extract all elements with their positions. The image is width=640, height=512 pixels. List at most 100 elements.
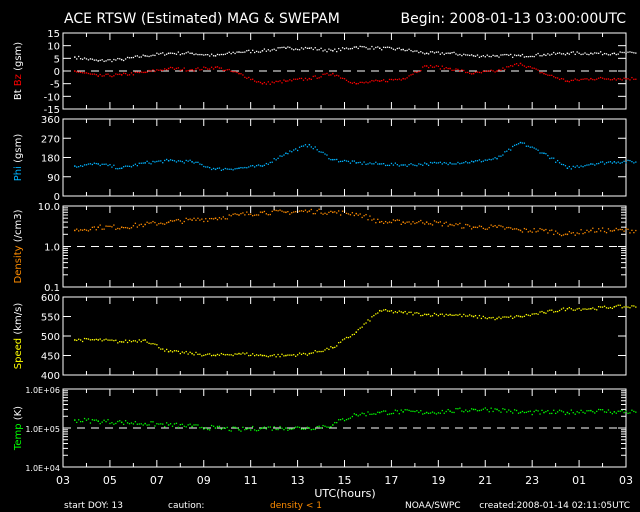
data-dot-phi [406,165,408,168]
data-dot-density [164,223,166,225]
data-dot-bz [433,66,436,68]
data-dot-density [334,211,336,213]
data-point-bz [355,82,358,85]
data-dot-density [381,220,383,223]
data-dot-temp [515,409,518,412]
data-dot-bz [537,69,539,71]
data-dot-speed [334,346,336,349]
data-dot-speed [523,315,526,318]
data-dot-speed [510,315,512,317]
data-dot-phi [488,158,490,161]
data-point-bt [285,47,287,49]
data-dot-bz [195,68,197,70]
data-dot-density [443,222,445,225]
data-dot-bt [623,51,625,54]
data-dot-bt [101,59,103,61]
data-dot-bt [220,53,223,56]
data-dot-speed [363,323,365,325]
data-dot-temp [240,430,242,432]
data-dot-phi [334,158,336,161]
data-dot-bz [560,78,563,80]
data-dot-bt [93,59,95,61]
data-dot-speed [293,354,295,356]
data-dot-phi [289,150,291,152]
data-dot-speed [289,354,291,356]
data-dot-temp [277,428,279,431]
data-dot-temp [185,426,187,428]
data-dot-bt [512,56,514,58]
data-dot-bz [373,80,375,82]
data-dot-density [619,228,621,231]
data-dot-bz [631,76,633,79]
data-dot-bt [453,51,455,54]
data-dot-phi [482,160,484,162]
data-dot-bt [560,53,563,55]
data-dot-phi [517,143,520,145]
data-dot-phi [124,165,127,167]
data-dot-density [469,225,471,227]
data-dot-phi [605,162,608,164]
data-dot-bt [232,51,234,54]
data-dot-phi [330,158,332,161]
data-dot-bz [212,68,215,70]
data-dot-density [248,213,250,216]
data-dot-bt [490,56,492,58]
data-dot-bz [269,83,271,85]
data-dot-speed [453,314,455,316]
data-dot-bz [484,70,486,72]
data-dot-bt [103,60,105,63]
data-point-density [566,233,569,236]
data-dot-temp [396,410,398,412]
data-dot-temp [418,411,420,414]
data-dot-density [210,217,213,220]
data-dot-temp [365,415,367,417]
data-dot-bz [369,81,371,83]
data-dot-speed [504,316,506,318]
data-dot-bz [103,75,105,77]
data-dot-speed [461,315,463,318]
data-dot-temp [375,413,377,415]
data-dot-density [134,222,137,224]
data-dot-speed [220,352,223,355]
data-dot-density [330,210,332,213]
data-dot-bz [363,82,365,84]
data-dot-phi [181,160,183,163]
data-dot-temp [126,422,129,424]
data-dot-density [615,227,617,230]
data-dot-bz [392,79,395,81]
data-dot-phi [635,161,637,163]
data-dot-phi [253,166,256,168]
data-point-density [144,223,146,226]
data-dot-density [488,226,490,229]
data-dot-temp [177,426,180,429]
data-dot-phi [535,148,537,150]
data-dot-density [83,228,86,231]
data-dot-bt [398,47,400,49]
data-dot-phi [269,161,271,164]
data-dot-phi [459,162,461,165]
data-dot-bz [336,74,338,77]
data-dot-bt [384,46,387,49]
data-dot-bz [289,79,291,81]
data-dot-bt [304,46,307,49]
data-dot-bz [461,69,463,71]
data-dot-density [158,223,160,225]
data-dot-density [259,211,262,213]
data-dot-temp [113,423,115,425]
data-dot-temp [226,426,228,429]
data-dot-phi [328,158,330,160]
data-point-density [543,229,545,232]
data-dot-bz [545,73,547,75]
data-dot-bt [324,49,326,51]
data-dot-speed [146,341,148,343]
data-dot-density [584,231,586,234]
data-dot-bz [326,72,328,75]
data-point-bt [472,55,475,57]
data-dot-speed [351,334,354,336]
data-dot-speed [81,340,84,343]
data-dot-temp [265,428,268,430]
data-dot-bz [150,70,152,72]
data-dot-bt [357,47,359,50]
data-dot-speed [424,313,426,315]
data-dot-phi [400,164,402,166]
